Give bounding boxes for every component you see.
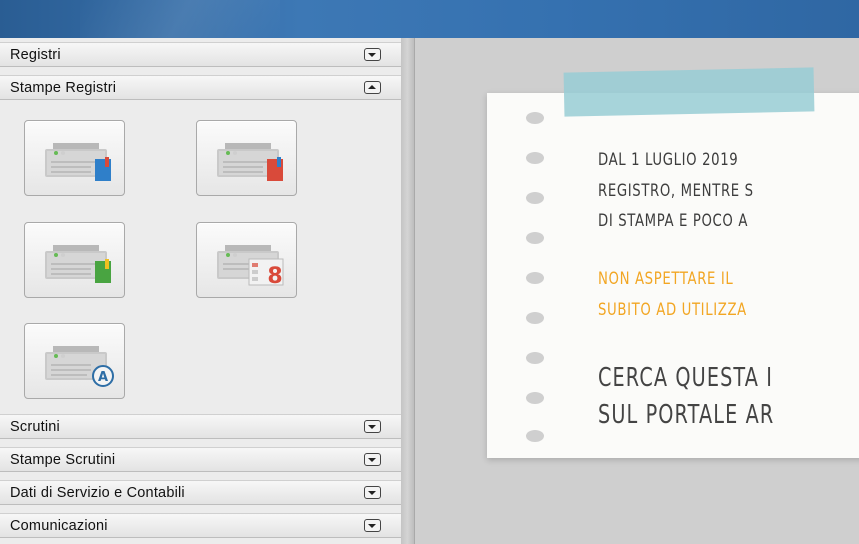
notebook-hole: [526, 430, 544, 442]
section-label: Scrutini: [10, 419, 60, 435]
printer-green-book-icon: [45, 245, 111, 283]
notice-headline: SUL PORTALE AR: [598, 400, 775, 430]
section-label: Stampe Scrutini: [10, 452, 116, 468]
section-stampe-registri[interactable]: Stampe Registri: [0, 75, 401, 100]
notebook-hole: [526, 352, 544, 364]
section-registri[interactable]: Registri: [0, 42, 401, 67]
collapse-toggle-icon[interactable]: [364, 81, 381, 94]
notice-line: DAL 1 LUGLIO 2019: [598, 150, 739, 170]
stampa-lettera-a-button[interactable]: A: [24, 323, 125, 399]
calendar-badge: 8: [267, 264, 282, 289]
stampe-registri-panel: 8 A: [0, 108, 401, 414]
title-bar: [0, 0, 859, 38]
expand-toggle-icon[interactable]: [364, 453, 381, 466]
section-scrutini[interactable]: Scrutini: [0, 414, 401, 439]
notebook-hole: [526, 192, 544, 204]
notebook-hole: [526, 112, 544, 124]
sidebar-splitter[interactable]: [401, 38, 415, 544]
printer-blue-book-icon: [45, 143, 111, 181]
stampa-registro-rosso-button[interactable]: [196, 120, 297, 196]
notice-highlight-line: NON ASPETTARE IL: [598, 269, 734, 289]
expand-toggle-icon[interactable]: [364, 420, 381, 433]
expand-toggle-icon[interactable]: [364, 519, 381, 532]
section-label: Comunicazioni: [10, 518, 108, 534]
section-stampe-scrutini[interactable]: Stampe Scrutini: [0, 447, 401, 472]
notebook-hole: [526, 232, 544, 244]
section-label: Dati di Servizio e Contabili: [10, 485, 185, 501]
expand-toggle-icon[interactable]: [364, 486, 381, 499]
stampa-calendario-button[interactable]: 8: [196, 222, 297, 298]
tape-decoration: [563, 67, 815, 117]
section-comunicazioni[interactable]: Comunicazioni: [0, 513, 401, 538]
letter-badge: A: [98, 370, 108, 385]
expand-toggle-icon[interactable]: [364, 48, 381, 61]
notice-headline: CERCA QUESTA I: [598, 363, 774, 393]
notebook-hole: [526, 152, 544, 164]
section-label: Registri: [10, 47, 61, 63]
notebook-hole: [526, 392, 544, 404]
notebook-hole: [526, 272, 544, 284]
printer-red-book-icon: [217, 143, 283, 181]
notebook-hole: [526, 312, 544, 324]
section-label: Stampe Registri: [10, 80, 117, 96]
stampa-registro-verde-button[interactable]: [24, 222, 125, 298]
printer-calendar-8-icon: 8: [217, 245, 284, 289]
notice-line: DI STAMPA E POCO A: [598, 211, 749, 231]
section-dati-servizio[interactable]: Dati di Servizio e Contabili: [0, 480, 401, 505]
stampa-registro-blu-button[interactable]: [24, 120, 125, 196]
printer-letter-a-icon: A: [45, 346, 114, 387]
notice-line: REGISTRO, MENTRE S: [598, 181, 754, 201]
notice-highlight-line: SUBITO AD UTILIZZA: [598, 300, 747, 320]
